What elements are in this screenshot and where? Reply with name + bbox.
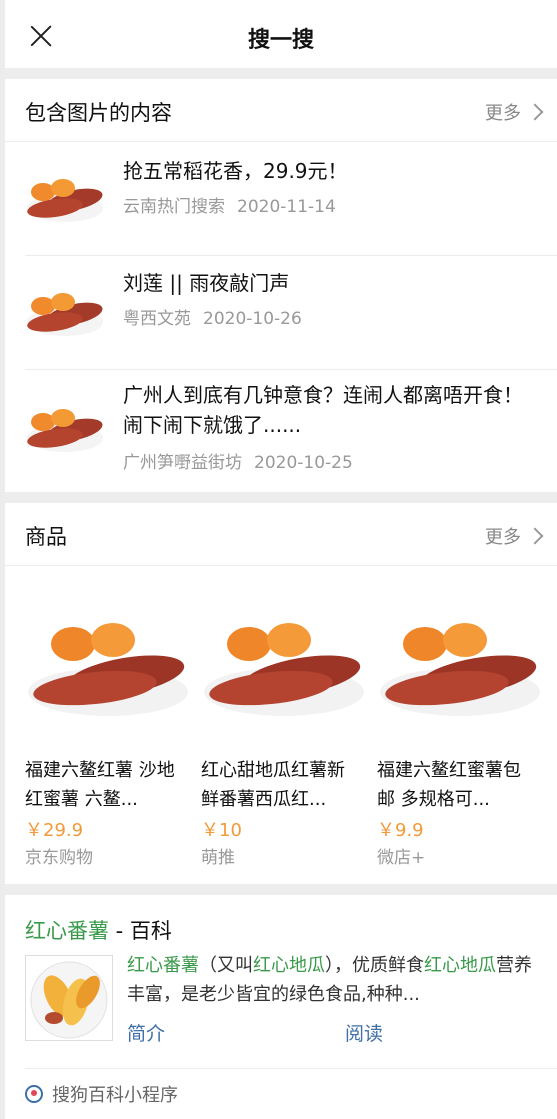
sweet-potato-thumbnail [27,293,103,336]
baike-description: 红心番薯（又叫红心地瓜），优质鲜食红心地瓜营养丰富，是老少皆宜的绿色食品,种种.… [127,951,543,1009]
product-image [380,623,540,716]
item-source: 广州笋嘢益街坊 [123,453,242,473]
list-item[interactable]: 广州人到底有几钟意食？连闹人都离唔开食！闹下闹下就饿了...... 广州笋嘢益街… [25,370,557,492]
more-link[interactable]: 更多 [485,523,544,549]
item-source: 粤西文苑 [123,309,191,329]
goods-list: 福建六鳌红薯 沙地红蜜薯 六鳌... ￥29.9 京东购物 红心甜地瓜红薯新鲜番… [5,566,557,884]
image-content-section: 包含图片的内容 更多 抢五常稻花香，29.9元！ 云南热门搜索 2020-11-1… [5,79,557,492]
search-page: 搜一搜 包含图片的内容 更多 抢五常稻花香，29.9元！ 云南热门搜索 2020-… [5,0,557,1119]
sweet-potato-thumbnail [27,409,103,452]
baike-read-link[interactable]: 阅读 [345,1019,383,1046]
goods-section: 商品 更多 福建六鳌红薯 沙地红蜜薯 六鳌... ￥29.9 京东购物 红心甜地… [5,503,557,884]
more-link[interactable]: 更多 [485,99,544,125]
product-name: 红心甜地瓜红薯新鲜番薯西瓜红... [201,760,345,810]
section-separator [5,492,557,503]
divider [25,1068,557,1069]
item-title: 刘莲 || 雨夜敲门声 [123,271,290,295]
baike-desc-part: 红心番薯 [127,955,199,976]
item-source: 云南热门搜索 [123,197,225,217]
item-meta: 广州笋嘢益街坊 2020-10-25 [123,448,353,473]
section-separator [5,68,557,79]
more-label: 更多 [485,527,521,548]
product-shop: 萌推 [201,848,235,868]
section-separator [5,884,557,895]
baike-keyword: 红心番薯 [25,919,109,943]
item-date: 2020-10-25 [254,453,353,473]
more-label: 更多 [485,103,521,124]
baike-suffix: - 百科 [109,919,172,943]
baike-section: 红心番薯 - 百科 红心番薯（又叫红心地瓜），优质鲜食红心地瓜营养丰富，是老少皆… [5,895,557,1107]
chevron-right-icon [526,103,544,121]
source-label: 搜狗百科小程序 [52,1085,178,1106]
baike-desc-part: 红心地瓜 [424,955,496,976]
baike-intro-link[interactable]: 简介 [127,1019,165,1046]
product-image [204,623,364,716]
page-title: 搜一搜 [247,28,314,53]
section-title: 包含图片的内容 [25,101,172,125]
sogou-logo-icon [25,1085,43,1103]
baike-desc-part: 红心地瓜 [253,955,325,976]
item-meta: 云南热门搜索 2020-11-14 [123,192,336,217]
product-image [28,623,188,716]
baike-desc-part: ），优质鲜食 [325,955,424,976]
mini-program-source[interactable]: 搜狗百科小程序 [25,1081,178,1107]
chevron-right-icon [526,527,544,545]
baike-title[interactable]: 红心番薯 - 百科 [25,915,172,945]
sweet-potato-thumbnail [27,179,103,222]
section-header: 商品 更多 [5,503,557,566]
list-item[interactable]: 刘莲 || 雨夜敲门声 粤西文苑 2020-10-26 [25,256,557,370]
product-price: ￥9.9 [377,820,424,841]
item-title: 抢五常稻花香，29.9元！ [123,159,348,183]
baike-thumbnail [25,955,113,1041]
product-name: 福建六鳌红薯 沙地红蜜薯 六鳌... [25,760,175,810]
product-shop: 京东购物 [25,848,93,868]
item-title: 广州人到底有几钟意食？连闹人都离唔开食！闹下闹下就饿了...... [123,383,523,437]
section-header: 包含图片的内容 更多 [5,79,557,142]
product-name: 福建六鳌红蜜薯包邮 多规格可... [377,760,521,810]
section-title: 商品 [25,525,67,549]
list-item[interactable]: 抢五常稻花香，29.9元！ 云南热门搜索 2020-11-14 [25,142,557,256]
top-bar: 搜一搜 [5,0,557,68]
item-meta: 粤西文苑 2020-10-26 [123,304,302,329]
product-shop: 微店+ [377,848,426,868]
item-date: 2020-10-26 [203,309,302,329]
item-date: 2020-11-14 [237,197,336,217]
baike-desc-part: （又叫 [199,955,253,976]
product-price: ￥10 [201,820,242,841]
product-price: ￥29.9 [25,820,84,841]
